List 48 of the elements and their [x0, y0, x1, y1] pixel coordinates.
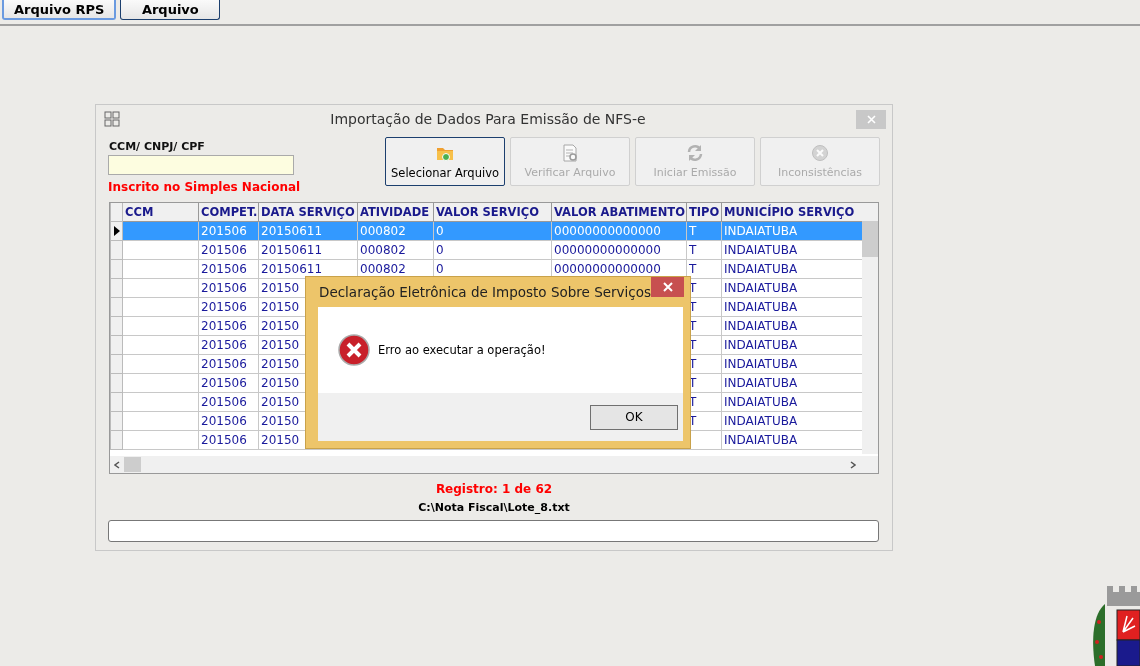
table-cell: 201506 [198, 259, 259, 279]
scroll-thumb[interactable] [124, 457, 141, 472]
column-header[interactable]: ATIVIDADE [357, 203, 434, 222]
table-cell: 201506 [198, 430, 259, 450]
table-cell: 201506 [198, 278, 259, 298]
error-message: Erro ao executar a operação! [378, 343, 546, 357]
vertical-scrollbar[interactable] [862, 203, 878, 454]
table-cell: 201506 [198, 392, 259, 412]
horizontal-scrollbar[interactable] [110, 456, 878, 473]
column-header[interactable]: VALOR ABATIMENTO [551, 203, 687, 222]
scroll-thumb[interactable] [862, 221, 878, 257]
ok-button[interactable]: OK [590, 404, 678, 430]
table-cell: 201506 [198, 373, 259, 393]
column-header[interactable]: CCM [122, 203, 199, 222]
menu-tab[interactable]: Arquivo RPS [2, 0, 117, 20]
row-pointer-icon [112, 225, 121, 237]
table-cell: 201506 [198, 240, 259, 260]
column-header[interactable]: VALOR SERVIÇO [433, 203, 552, 222]
table-cell: 201506 [198, 297, 259, 317]
error-icon [338, 334, 370, 366]
file-path: C:\Nota Fiscal\Lote_8.txt [417, 501, 571, 514]
column-header[interactable]: COMPET. [198, 203, 259, 222]
app-icon [104, 111, 120, 127]
table-cell: 201506 [198, 335, 259, 355]
field-label: CCM/ CNPJ/ CPF [109, 140, 206, 153]
table-cell: T [686, 240, 722, 260]
table-cell: 000802 [357, 240, 434, 260]
column-header[interactable]: DATA SERVIÇO [258, 203, 358, 222]
table-cell: 0 [433, 240, 552, 260]
column-header[interactable]: TIPO [686, 203, 722, 222]
toolbar-button[interactable]: Selecionar Arquivo [385, 137, 505, 186]
close-icon [662, 282, 673, 292]
record-counter: Registro: 1 de 62 [434, 482, 554, 496]
table-cell: 20150611 [258, 240, 358, 260]
close-button[interactable] [651, 277, 685, 297]
close-circle-icon [810, 144, 830, 162]
table-cell: 00000000000000 [551, 240, 687, 260]
document-icon [560, 144, 580, 162]
refresh-icon [685, 144, 705, 162]
close-icon [866, 114, 876, 124]
input-field[interactable] [108, 155, 294, 175]
window-title: Importação de Dados Para Emissão de NFS-e [329, 111, 647, 127]
column-header[interactable]: MUNICÍPIO SERVIÇO [721, 203, 864, 222]
menu-tab[interactable]: Arquivo [120, 0, 221, 20]
tax-status-text: Inscrito no Simples Nacional [108, 180, 302, 194]
table-cell: 201506 [198, 354, 259, 374]
table-cell: 201506 [198, 411, 259, 431]
table-cell: 201506 [198, 316, 259, 336]
